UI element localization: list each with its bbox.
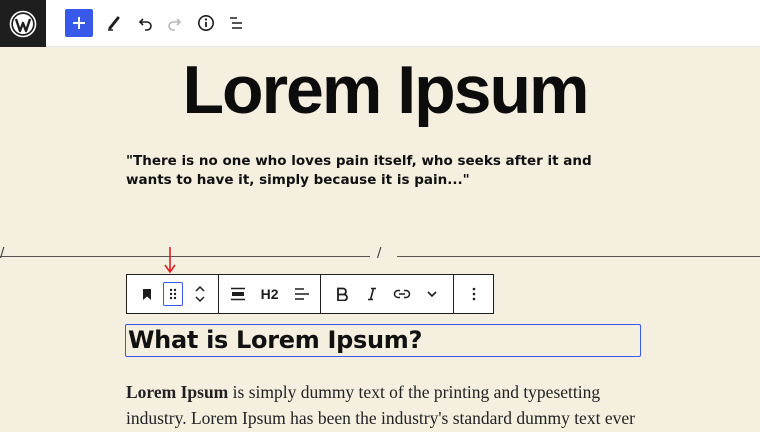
pencil-icon <box>108 16 120 31</box>
block-type-button[interactable] <box>137 280 157 308</box>
toolbar-group-inline <box>321 275 455 313</box>
link-button[interactable] <box>391 280 413 308</box>
text-align-button[interactable] <box>291 280 313 308</box>
bold-icon <box>337 287 349 301</box>
paragraph-line-2: industry. Lorem Ipsum has been the indus… <box>126 408 635 428</box>
selected-heading-block[interactable]: What is Lorem Ipsum? <box>125 324 641 357</box>
paragraph-block[interactable]: Lorem Ipsum is simply dummy text of the … <box>126 379 646 431</box>
more-vertical-icon <box>472 287 475 301</box>
justify-icon <box>230 287 245 301</box>
list-view-button[interactable] <box>222 9 250 37</box>
align-left-icon <box>294 288 309 300</box>
undo-icon <box>138 18 152 31</box>
undo-button[interactable] <box>131 9 159 37</box>
move-buttons <box>191 284 209 304</box>
chevron-down-icon <box>427 291 437 298</box>
chevron-up-icon[interactable] <box>194 284 206 294</box>
paragraph-bold-text: Lorem Ipsum <box>126 382 229 402</box>
chevron-down-icon[interactable] <box>194 294 206 304</box>
list-view-icon <box>230 17 242 29</box>
italic-icon <box>368 287 377 301</box>
wordpress-logo-icon[interactable] <box>0 0 46 47</box>
paragraph-line-1: Lorem Ipsum is simply dummy text of the … <box>126 379 646 405</box>
separator-slash-left: / <box>0 246 5 261</box>
drag-handle-icon <box>169 288 177 300</box>
editor-top-bar <box>0 0 760 47</box>
block-options-button[interactable] <box>463 280 485 308</box>
align-button[interactable] <box>227 280 249 308</box>
separator-line-right <box>397 256 760 257</box>
redo-button[interactable] <box>161 9 189 37</box>
plus-icon <box>73 17 85 29</box>
heading-level-button[interactable]: H2 <box>257 280 283 308</box>
toolbar-group-block <box>127 275 219 313</box>
paragraph-line-1-text: is simply dummy text of the printing and… <box>228 382 601 402</box>
block-toolbar: H2 <box>126 274 494 314</box>
more-rich-text-button[interactable] <box>421 280 443 308</box>
info-icon <box>198 15 214 31</box>
annotation-arrow-icon <box>164 247 176 274</box>
toolbar-group-options <box>454 275 493 313</box>
toolbar-group-format: H2 <box>219 275 322 313</box>
drag-handle-button[interactable] <box>163 282 183 306</box>
redo-icon <box>168 18 182 31</box>
add-block-button[interactable] <box>65 9 93 37</box>
page-title[interactable]: Lorem Ipsum <box>0 52 760 128</box>
tools-button[interactable] <box>100 9 128 37</box>
separator-slash-right: / <box>377 246 382 261</box>
details-button[interactable] <box>192 9 220 37</box>
bookmark-icon <box>143 289 151 300</box>
italic-button[interactable] <box>361 280 383 308</box>
separator-line-left <box>0 256 370 257</box>
bold-button[interactable] <box>331 280 353 308</box>
pullquote-text[interactable]: "There is no one who loves pain itself, … <box>126 152 636 190</box>
link-icon <box>393 289 411 299</box>
